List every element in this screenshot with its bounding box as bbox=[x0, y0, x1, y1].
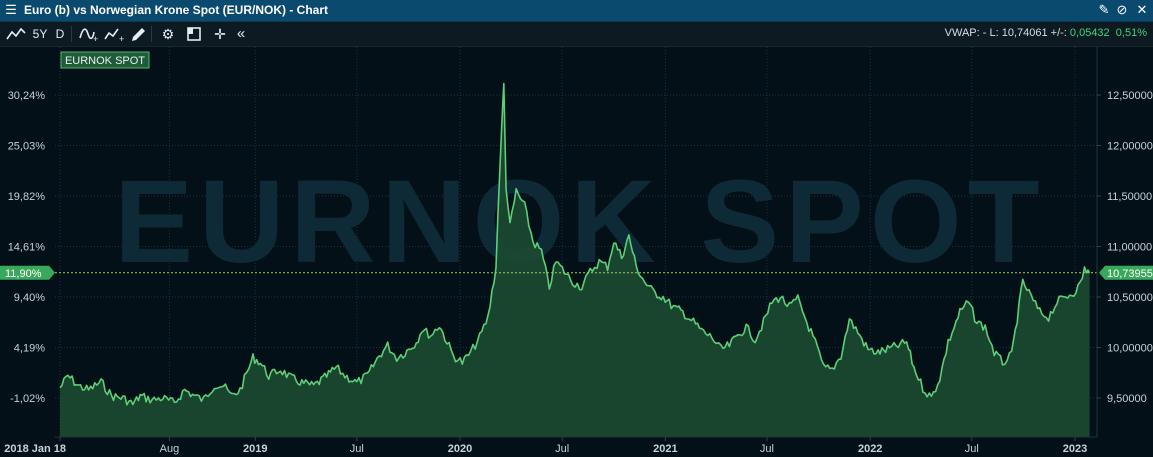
x-tick-label: 2023 bbox=[1063, 443, 1087, 455]
legend-series-label: EURNOK SPOT bbox=[65, 55, 145, 67]
y-right-tick-label: 11,50000 bbox=[1107, 191, 1152, 203]
legend[interactable]: EURNOK SPOT bbox=[60, 51, 150, 69]
y-right-tick-label: 10,50000 bbox=[1107, 292, 1153, 304]
last-value-tag: 10,73955 bbox=[1099, 265, 1153, 280]
y-right-tick-label: 12,50000 bbox=[1107, 90, 1153, 102]
last-value-label: 10,73955 bbox=[1107, 268, 1153, 280]
x-tick-label: Jul bbox=[965, 443, 979, 455]
x-tick-label: Jul bbox=[350, 443, 364, 455]
y-right-tick-label: 9,50000 bbox=[1107, 393, 1147, 405]
y-left-tick-label: 14,61% bbox=[8, 242, 46, 254]
y-left-tick-label: -1,02% bbox=[10, 393, 45, 405]
x-tick-label: Jul bbox=[555, 443, 569, 455]
x-tick-label: 2020 bbox=[448, 443, 472, 455]
last-pct-label: 11,90% bbox=[5, 268, 42, 280]
x-tick-label: 2022 bbox=[858, 443, 882, 455]
x-tick-label: Aug bbox=[160, 443, 180, 455]
y-left-tick-label: 4,19% bbox=[14, 343, 45, 355]
y-right-tick-label: 12,00000 bbox=[1107, 141, 1153, 153]
y-left-tick-label: 25,03% bbox=[8, 141, 46, 153]
y-left-tick-label: 9,40% bbox=[14, 292, 45, 304]
x-tick-label: Jul bbox=[760, 443, 774, 455]
y-right-tick-label: 10,00000 bbox=[1107, 343, 1153, 355]
y-left-tick-label: 30,24% bbox=[8, 90, 46, 102]
y-right-tick-label: 11,00000 bbox=[1107, 242, 1152, 254]
price-chart[interactable]: EURNOK SPOT 30,24% 25,03% 19,82% 14,61% 9,40… bbox=[0, 0, 1153, 457]
watermark: EURNOK SPOT bbox=[114, 156, 1045, 288]
x-tick-label: 2019 bbox=[243, 443, 267, 455]
y-left-tick-label: 19,82% bbox=[8, 191, 46, 203]
x-tick-label: 2021 bbox=[653, 443, 677, 455]
x-tick-label: 2018 Jan 18 bbox=[4, 443, 66, 455]
last-pct-tag: 11,90% bbox=[0, 265, 55, 280]
